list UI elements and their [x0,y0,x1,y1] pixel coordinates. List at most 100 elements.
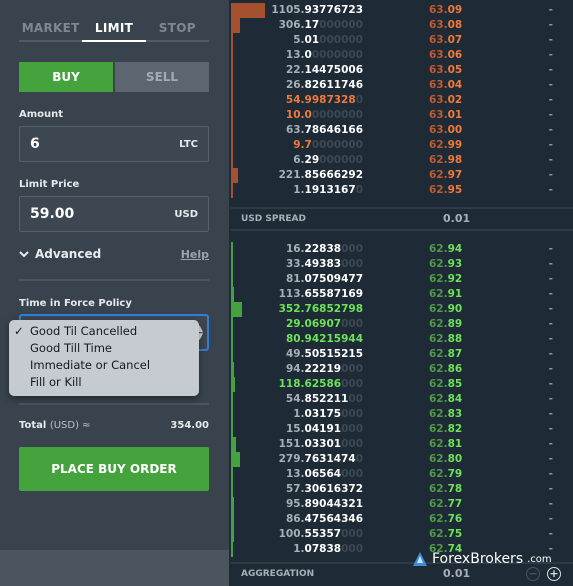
ask-row[interactable]: 10.00000000 63.01 - [229,108,573,123]
ask-my-size: - [548,124,553,136]
ask-my-size: - [548,184,553,196]
place-buy-order-button[interactable]: PLACE BUY ORDER [19,447,209,491]
buy-button[interactable]: BUY [19,62,113,92]
bid-row[interactable]: 279.76314740 62.80 - [229,452,573,467]
bid-price: 62.82 [429,423,463,435]
bid-row[interactable]: 54.85221100 62.84 - [229,392,573,407]
bid-row[interactable]: 16.22838000 62.94 - [229,242,573,257]
bid-depth-bar [231,452,240,467]
bid-my-size: - [548,408,553,420]
bid-my-size: - [548,243,553,255]
amount-value: 6 [30,136,40,152]
ask-row[interactable]: 221.85666292 62.97 - [229,168,573,183]
ask-price: 63.01 [429,109,463,121]
bid-row[interactable]: 151.03301000 62.81 - [229,437,573,452]
order-book: 1105.93776723 63.09 - 306.17000000 63.08-5.0… [229,0,573,586]
plus-circle-icon[interactable]: + [547,567,561,581]
bid-depth-bar [231,347,233,362]
ask-my-size: - [548,79,553,91]
bid-amount: 352.76852798 [278,303,363,315]
ask-row[interactable]: 6.29000000 62.98 - [229,153,573,168]
bid-depth-bar [231,272,233,287]
bid-my-size: - [548,273,553,285]
bid-price: 62.78 [429,483,463,495]
option-good-til-cancelled[interactable]: ✓ Good Til Cancelled [9,323,199,340]
bid-row[interactable]: 95.89044321 62.77 - [229,497,573,512]
option-immediate-or-cancel[interactable]: Immediate or Cancel [9,357,199,374]
bid-row[interactable]: 86.47564346 62.76 - [229,512,573,527]
tab-limit[interactable]: LIMIT [82,18,146,42]
bid-depth-bar [231,332,233,347]
tab-stop[interactable]: STOP [146,18,209,40]
bid-row[interactable]: 118.62586000 62.85 - [229,377,573,392]
minus-circle-icon[interactable]: − [526,567,540,581]
bid-my-size: - [548,378,553,390]
ask-row[interactable]: 26.82611746 63.04 - [229,78,573,93]
bid-price: 62.85 [429,378,463,390]
bid-row[interactable]: 81.07509477 62.92 - [229,272,573,287]
bid-row[interactable]: 1.03175000 62.83 - [229,407,573,422]
bid-depth-bar [231,302,242,317]
ask-row[interactable]: 306.17000000 63.08 - [229,18,573,33]
advanced-toggle[interactable]: Advanced [19,247,101,261]
ask-price: 62.98 [429,154,463,166]
bid-row[interactable]: 94.22219000 62.86 - [229,362,573,377]
ask-depth-bar [231,48,233,63]
bid-row[interactable]: 49.50515215 62.87 - [229,347,573,362]
bid-my-size: - [548,438,553,450]
bid-depth-bar [231,497,234,512]
ask-amount: 221.85666292 [278,169,363,181]
ask-row[interactable]: 22.14475006 63.05 - [229,63,573,78]
total-label: Total (USD) ≈ [19,420,91,431]
option-good-till-time[interactable]: Good Till Time [9,340,199,357]
bid-row[interactable]: 100.55357000 62.75 - [229,527,573,542]
ask-depth-bar [231,168,238,183]
tab-market[interactable]: MARKET [19,18,82,40]
bid-row[interactable]: 33.49383000 62.93 - [229,257,573,272]
ask-my-size: - [548,139,553,151]
ask-price: 63.06 [429,49,463,61]
ask-price: 63.09 [429,4,463,16]
ask-row[interactable]: 13.00000000 63.06 - [229,48,573,63]
ask-row[interactable]: 1.19131670 62.95 - [229,183,573,198]
limit-price-field[interactable]: 59.00 USD [19,196,209,232]
bid-depth-bar [231,362,234,377]
panel-footer [0,550,229,586]
ask-price: 62.97 [429,169,463,181]
divider [19,403,209,405]
bid-row[interactable]: 13.06564000 62.79 - [229,467,573,482]
ask-depth-bar [231,183,233,198]
option-fill-or-kill[interactable]: Fill or Kill [9,374,199,391]
time-in-force-dropdown: ✓ Good Til Cancelled Good Till Time Immed… [9,320,199,396]
ask-depth-bar [231,18,240,33]
ask-row[interactable]: 5.01000000 63.07 - [229,33,573,48]
ask-row[interactable]: 1105.93776723 63.09 - [229,3,573,18]
ask-amount: 1105.93776723 [271,4,363,16]
ask-my-size: - [548,169,553,181]
bid-amount: 113.65587169 [278,288,363,300]
ask-row[interactable]: 54.99873280 63.02 - [229,93,573,108]
limit-price-label: Limit Price [19,179,80,190]
help-link[interactable]: Help [181,248,209,261]
bid-my-size: - [548,423,553,435]
bid-my-size: - [548,453,553,465]
bid-row[interactable]: 57.30616372 62.78 - [229,482,573,497]
bid-row[interactable]: 352.76852798 62.90 - [229,302,573,317]
bid-my-size: - [548,288,553,300]
bid-amount: 49.50515215 [285,348,363,360]
ask-row[interactable]: 63.78646166 63.00 - [229,123,573,138]
ask-amount: 54.99873280 [285,94,363,106]
bid-row[interactable]: 29.06907000 62.89 - [229,317,573,332]
amount-field[interactable]: 6 LTC [19,126,209,162]
ask-amount: 5.01000000 [293,34,363,46]
bid-my-size: - [548,498,553,510]
sell-button[interactable]: SELL [115,62,209,92]
ask-price: 63.00 [429,124,463,136]
ask-amount: 22.14475006 [285,64,363,76]
chevron-down-icon [19,250,29,257]
bid-row[interactable]: 15.04191000 62.82 - [229,422,573,437]
bid-row[interactable]: 80.94215944 62.88 - [229,332,573,347]
ask-row[interactable]: 9.70000000 62.99 - [229,138,573,153]
order-type-tabs: MARKET LIMIT STOP [19,18,209,42]
bid-row[interactable]: 113.65587169 62.91 - [229,287,573,302]
